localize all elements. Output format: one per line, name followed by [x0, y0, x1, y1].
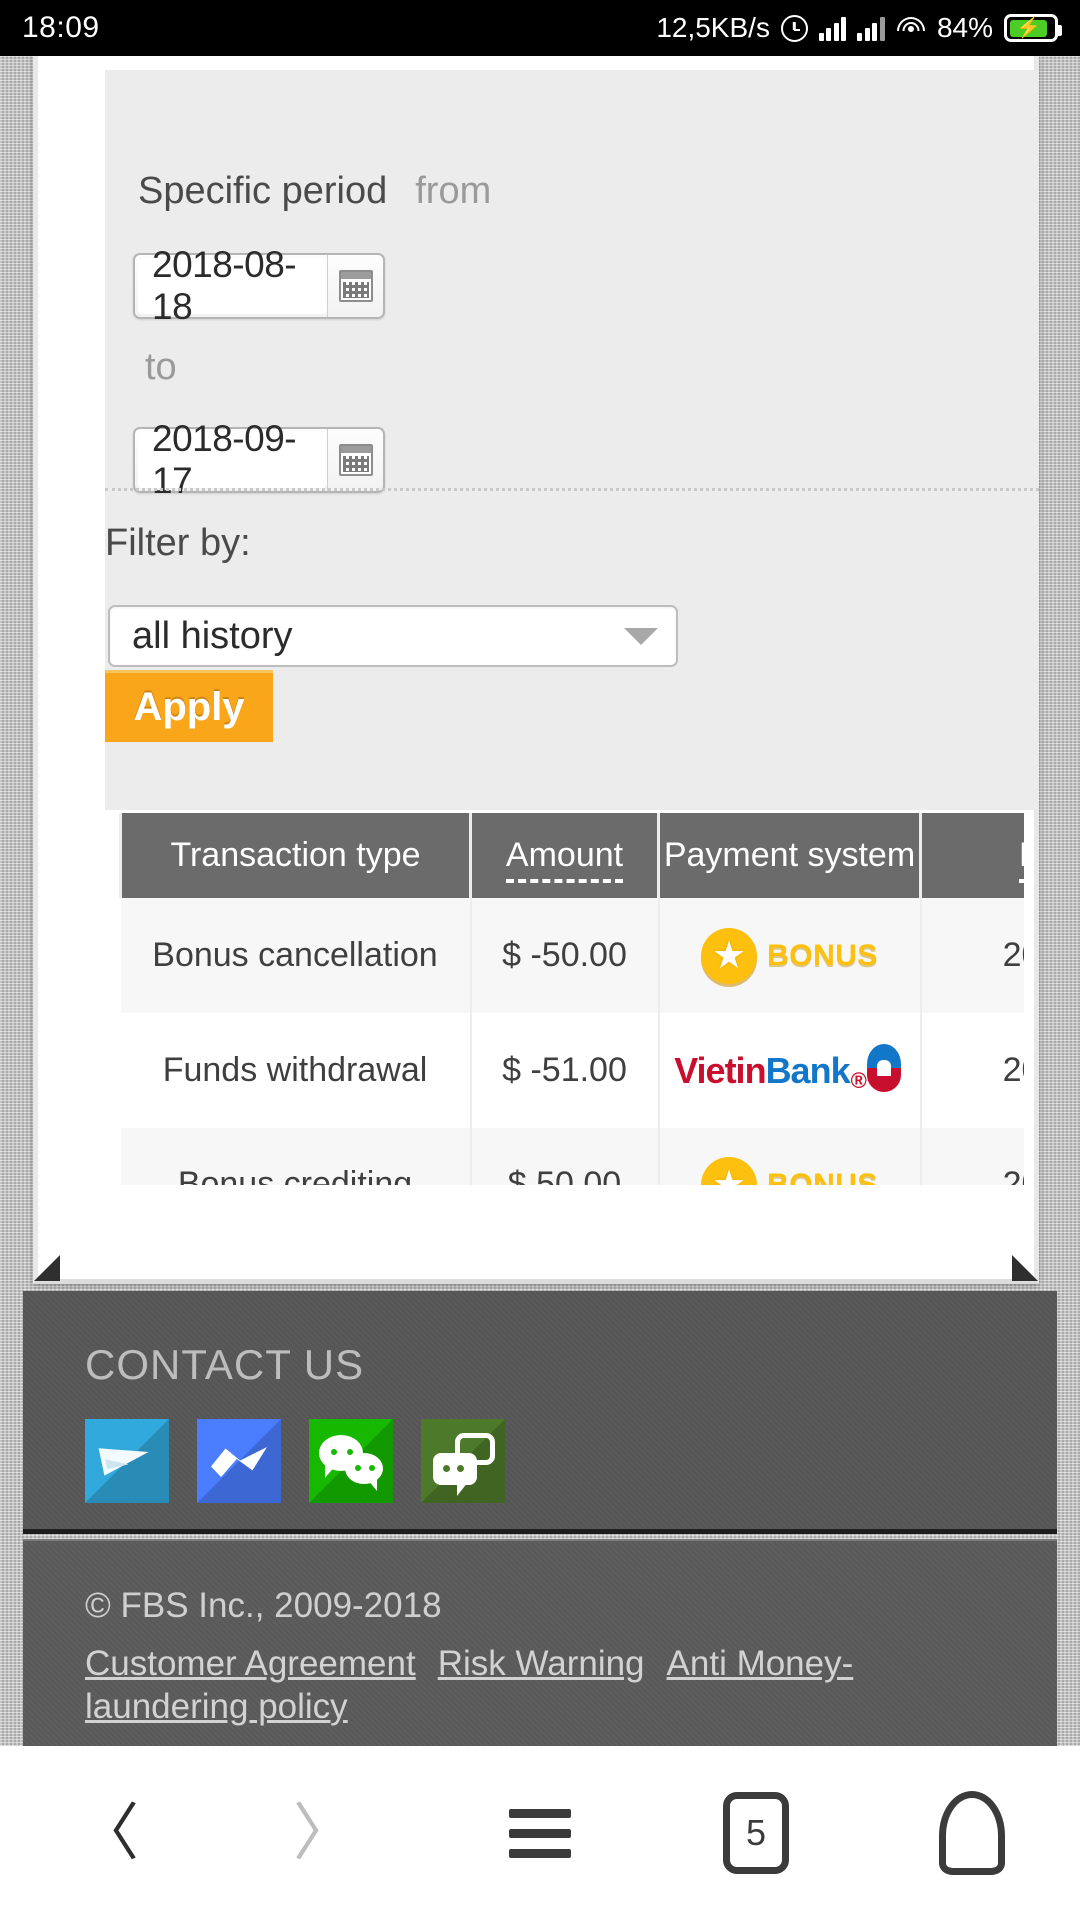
cell-transaction-type: Bonus cancellation: [120, 898, 471, 1013]
status-bar: 18:09 12,5KB/s 84% ⚡: [0, 0, 1080, 56]
chevron-down-icon: [624, 627, 658, 645]
wechat-icon[interactable]: [309, 1419, 393, 1503]
battery-percent-text: 84%: [936, 12, 993, 43]
calendar-icon: [338, 270, 373, 302]
cell-payment-system: ★ BONUS: [657, 898, 921, 1013]
filter-select-value: all history: [132, 614, 293, 657]
date-from-value[interactable]: 2018-08-18: [138, 244, 327, 327]
contact-us-heading: CONTACT US: [85, 1341, 365, 1388]
date-to-value[interactable]: 2018-09-17: [138, 418, 327, 501]
wifi-icon: [896, 15, 926, 41]
filter-by-label: Filter by:: [105, 522, 251, 564]
bonus-logo: ★ BONUS: [660, 1156, 920, 1185]
date-from-input[interactable]: 2018-08-18: [133, 244, 385, 327]
signal-bars-sim2-icon: [857, 15, 885, 41]
back-button[interactable]: 〈: [48, 1778, 168, 1888]
telegram-icon[interactable]: [85, 1419, 169, 1503]
chevron-right-icon: 〉: [292, 1796, 355, 1869]
cell-payment-system: Vietin Bank ®: [657, 1013, 921, 1128]
vietinbank-wordmark-red: Vietin: [674, 1049, 766, 1091]
table-header-row: Transaction type Amount Payment system R: [119, 813, 1024, 898]
battery-charging-icon: ⚡: [1004, 14, 1062, 42]
hamburger-menu-icon: [509, 1798, 571, 1869]
header-registration-date[interactable]: R: [919, 813, 1024, 898]
home-icon: [939, 1791, 1005, 1875]
social-links: [85, 1419, 505, 1503]
from-label: from: [415, 170, 492, 212]
tab-count-badge: 5: [723, 1792, 789, 1874]
messenger-icon[interactable]: [197, 1419, 281, 1503]
cell-registration-date: 201: [919, 1128, 1024, 1185]
data-rate-text: 12,5KB/s: [656, 12, 770, 43]
vietinbank-wordmark-blue: Bank: [765, 1049, 851, 1091]
transactions-table-wrapper[interactable]: Transaction type Amount Payment system R…: [119, 813, 1024, 1185]
calendar-icon: [338, 444, 373, 476]
contact-us-section: CONTACT US: [23, 1291, 1057, 1534]
cell-amount: $ -50.00: [469, 898, 659, 1013]
page-curl-right-icon: [1012, 1255, 1038, 1281]
header-transaction-type[interactable]: Transaction type: [119, 813, 471, 898]
to-label: to: [145, 346, 177, 388]
chevron-left-icon: 〈: [76, 1796, 139, 1869]
bonus-logo: ★ BONUS: [660, 927, 920, 984]
bonus-wordmark: BONUS: [767, 938, 878, 972]
bonus-star-badge-icon: ★: [701, 927, 758, 984]
signal-bars-sim1-icon: [818, 15, 847, 41]
form-divider: [105, 488, 1039, 491]
status-icons: 12,5KB/s 84% ⚡: [656, 12, 1062, 44]
bonus-wordmark: BONUS: [767, 1167, 878, 1185]
status-time: 18:09: [22, 11, 100, 44]
header-payment-system[interactable]: Payment system: [657, 813, 921, 898]
browser-nav-bar: 〈 〉 5: [0, 1746, 1080, 1920]
vietinbank-logo: Vietin Bank ®: [660, 1043, 920, 1098]
cell-payment-system: ★ BONUS: [657, 1128, 921, 1185]
apply-button[interactable]: Apply: [105, 670, 273, 742]
date-to-input[interactable]: 2018-09-17: [133, 418, 385, 501]
cell-registration-date: 201: [919, 1013, 1024, 1128]
home-button[interactable]: [912, 1778, 1032, 1888]
filter-select[interactable]: all history: [108, 605, 678, 667]
forward-button[interactable]: 〉: [264, 1778, 384, 1888]
table-row: Bonus crediting $ 50.00 ★ BONUS 201: [120, 1128, 1024, 1185]
header-amount[interactable]: Amount: [469, 813, 659, 898]
cell-transaction-type: Funds withdrawal: [120, 1013, 471, 1128]
copyright-text: © FBS Inc., 2009-2018: [85, 1586, 442, 1625]
cell-amount: $ 50.00: [469, 1128, 659, 1185]
table-row: Bonus cancellation $ -50.00 ★ BONUS 201: [120, 898, 1024, 1013]
transactions-table: Transaction type Amount Payment system R…: [119, 813, 1024, 1185]
content-sheet: Specific period from 2018-08-18 to 2018-…: [33, 56, 1039, 1284]
vietinbank-emblem-icon: [863, 1043, 905, 1098]
alarm-clock-icon: [780, 14, 808, 42]
period-label: Specific period: [138, 170, 388, 212]
period-row: Specific period from: [138, 170, 491, 213]
bonus-star-badge-icon: ★: [701, 1156, 758, 1185]
date-from-calendar-button[interactable]: [327, 255, 383, 317]
tabs-button[interactable]: 5: [696, 1778, 816, 1888]
footer-links: Customer Agreement Risk Warning Anti Money…: [85, 1643, 985, 1728]
cell-transaction-type: Bonus crediting: [120, 1128, 471, 1185]
screen: 18:09 12,5KB/s 84% ⚡ Specific period fro…: [0, 0, 1080, 1920]
page-curl-left-icon: [34, 1255, 60, 1281]
history-filter-form: Specific period from 2018-08-18 to 2018-…: [105, 70, 1039, 810]
legal-footer: © FBS Inc., 2009-2018 Customer Agreement…: [23, 1539, 1057, 1746]
customer-agreement-link[interactable]: Customer Agreement: [85, 1644, 416, 1683]
table-row: Funds withdrawal $ -51.00 Vietin Bank ®: [120, 1013, 1024, 1128]
browser-viewport[interactable]: Specific period from 2018-08-18 to 2018-…: [0, 56, 1080, 1746]
menu-button[interactable]: [480, 1778, 600, 1888]
live-chat-icon[interactable]: [421, 1419, 505, 1503]
cell-amount: $ -51.00: [469, 1013, 659, 1128]
risk-warning-link[interactable]: Risk Warning: [438, 1644, 645, 1683]
cell-registration-date: 201: [919, 898, 1024, 1013]
date-to-calendar-button[interactable]: [327, 429, 383, 491]
